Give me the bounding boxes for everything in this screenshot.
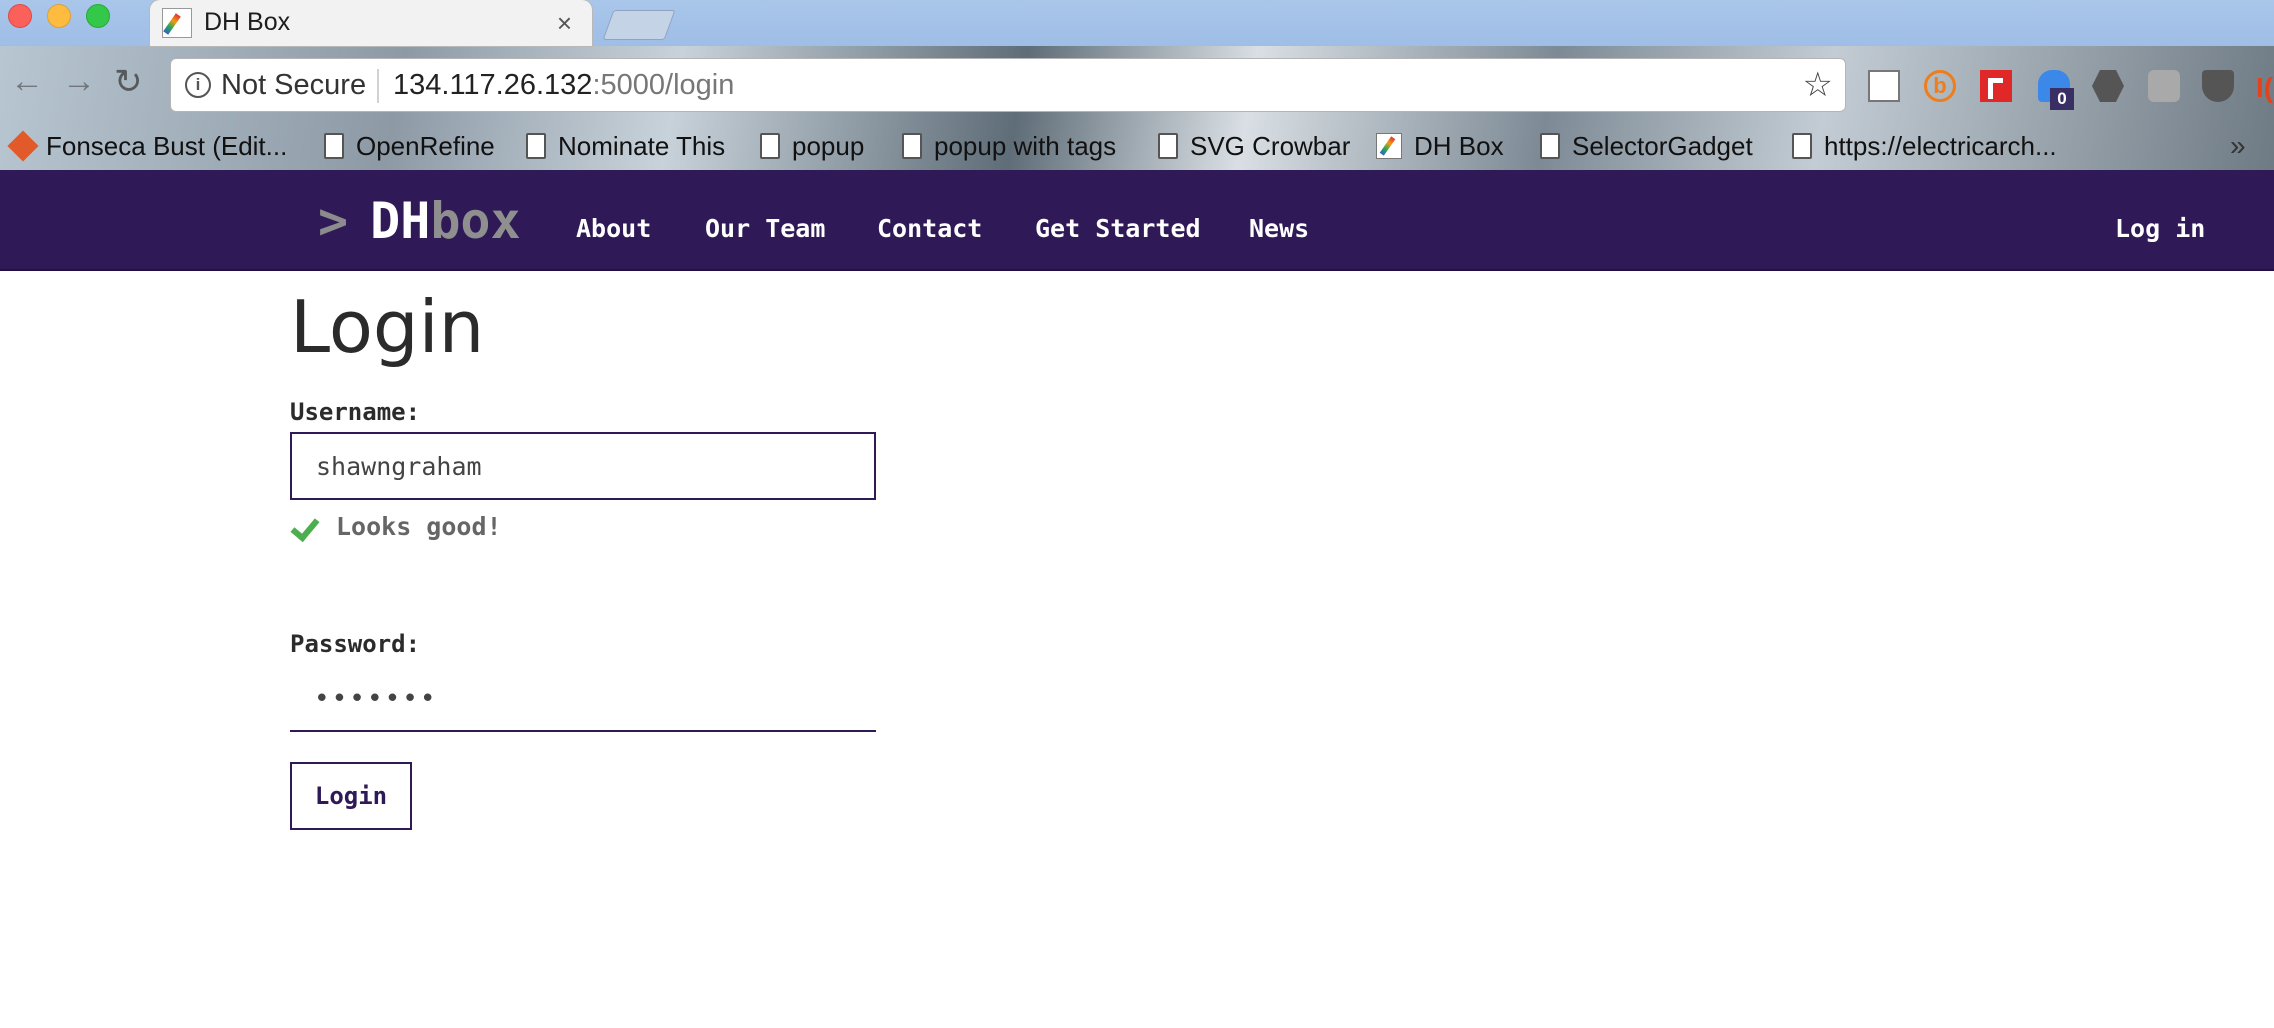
bookmark-item[interactable]: Nominate This bbox=[526, 128, 725, 164]
logo-dh: DH bbox=[370, 192, 431, 250]
window-maximize-button[interactable] bbox=[86, 4, 110, 28]
username-validation: Looks good! bbox=[290, 512, 502, 541]
bookmark-item[interactable]: Fonseca Bust (Edit... bbox=[7, 128, 288, 164]
validation-message: Looks good! bbox=[336, 512, 502, 541]
bookmark-label: popup with tags bbox=[934, 130, 1117, 161]
logo-box: box bbox=[430, 192, 521, 250]
address-bar[interactable]: i Not Secure 134.117.26.132:5000/login ☆ bbox=[170, 58, 1846, 112]
diamond-icon bbox=[7, 130, 39, 162]
page-title: Login bbox=[290, 285, 485, 369]
browser-chrome: DH Box × ← → ↻ i Not Secure 134.117.26.1… bbox=[0, 0, 2274, 170]
window-minimize-button[interactable] bbox=[47, 4, 71, 28]
dhbox-favicon-icon bbox=[162, 8, 192, 38]
nav-link-news[interactable]: News bbox=[1249, 214, 1309, 243]
url-host: 134.117.26.132 bbox=[393, 69, 593, 101]
password-field[interactable] bbox=[290, 668, 876, 732]
nav-link-get-started[interactable]: Get Started bbox=[1035, 214, 1201, 243]
username-label: Username: bbox=[290, 398, 421, 426]
site-logo[interactable]: > DHbox bbox=[318, 192, 521, 250]
bookmark-label: https://electricarch... bbox=[1824, 130, 2057, 161]
tab-close-icon[interactable]: × bbox=[557, 8, 572, 39]
hexagon-extension-icon[interactable] bbox=[2092, 70, 2124, 102]
bookmark-item[interactable]: popup bbox=[760, 128, 864, 164]
pocket-icon[interactable] bbox=[2202, 70, 2234, 102]
bookmark-item[interactable]: SVG Crowbar bbox=[1158, 128, 1350, 164]
page-icon bbox=[1540, 133, 1560, 159]
bookmark-label: popup bbox=[792, 130, 865, 161]
bookmark-item[interactable]: https://electricarch... bbox=[1792, 128, 2057, 164]
extension-badge: 0 bbox=[2050, 88, 2074, 110]
bookmark-item[interactable]: SelectorGadget bbox=[1540, 128, 1753, 164]
bookmark-label: DH Box bbox=[1414, 130, 1504, 161]
checkmark-icon bbox=[290, 514, 316, 540]
new-tab-button[interactable] bbox=[602, 10, 676, 40]
nav-link-our-team[interactable]: Our Team bbox=[705, 214, 825, 243]
username-field[interactable] bbox=[290, 432, 876, 500]
page-icon bbox=[760, 133, 780, 159]
browser-tab-active[interactable]: DH Box × bbox=[150, 0, 592, 46]
cut-off-extension-icon[interactable]: I( bbox=[2256, 72, 2273, 104]
bookmark-item[interactable]: OpenRefine bbox=[324, 128, 495, 164]
url-text[interactable]: 134.117.26.132:5000/login bbox=[393, 69, 734, 102]
nav-link-log-in[interactable]: Log in bbox=[2115, 214, 2205, 243]
dhbox-favicon-icon bbox=[1376, 133, 1402, 159]
back-arrow-icon[interactable]: ← bbox=[10, 62, 44, 101]
url-path: :5000/login bbox=[592, 69, 735, 101]
page-icon bbox=[526, 133, 546, 159]
logo-prompt: > bbox=[318, 192, 349, 250]
b-extension-icon[interactable]: b bbox=[1924, 70, 1956, 102]
nav-link-contact[interactable]: Contact bbox=[877, 214, 982, 243]
bookmark-item[interactable]: popup with tags bbox=[902, 128, 1116, 164]
bookmark-label: OpenRefine bbox=[356, 130, 495, 161]
page-extension-icon[interactable] bbox=[1868, 70, 1900, 102]
reload-icon[interactable]: ↻ bbox=[114, 62, 143, 102]
page-icon bbox=[1792, 133, 1812, 159]
page-icon bbox=[902, 133, 922, 159]
bookmarks-overflow-icon[interactable]: » bbox=[2230, 130, 2246, 162]
tab-strip: DH Box × bbox=[0, 0, 2274, 46]
password-label: Password: bbox=[290, 630, 421, 658]
forward-arrow-icon[interactable]: → bbox=[62, 62, 96, 101]
bookmark-label: Fonseca Bust (Edit... bbox=[46, 130, 288, 161]
bookmark-item[interactable]: DH Box bbox=[1376, 128, 1504, 164]
login-button[interactable]: Login bbox=[290, 762, 412, 830]
plug-extension-icon[interactable] bbox=[2148, 70, 2180, 102]
browser-toolbar: ← → ↻ i Not Secure 134.117.26.132:5000/l… bbox=[0, 46, 2274, 122]
omnibox-divider bbox=[377, 69, 379, 103]
bookmark-label: SelectorGadget bbox=[1572, 130, 1753, 161]
info-icon[interactable]: i bbox=[185, 72, 211, 98]
nav-link-about[interactable]: About bbox=[576, 214, 651, 243]
page-icon bbox=[1158, 133, 1178, 159]
window-close-button[interactable] bbox=[8, 4, 32, 28]
bookmarks-bar: Fonseca Bust (Edit... OpenRefine Nominat… bbox=[0, 122, 2274, 170]
security-status: Not Secure bbox=[221, 69, 367, 101]
bookmark-star-icon[interactable]: ☆ bbox=[1803, 65, 1833, 105]
tab-title: DH Box bbox=[204, 8, 291, 36]
site-navbar: > DHbox About Our Team Contact Get Starte… bbox=[0, 170, 2274, 271]
bookmark-label: Nominate This bbox=[558, 130, 726, 161]
page-icon bbox=[324, 133, 344, 159]
bookmark-label: SVG Crowbar bbox=[1190, 130, 1351, 161]
flipboard-icon[interactable] bbox=[1980, 70, 2012, 102]
